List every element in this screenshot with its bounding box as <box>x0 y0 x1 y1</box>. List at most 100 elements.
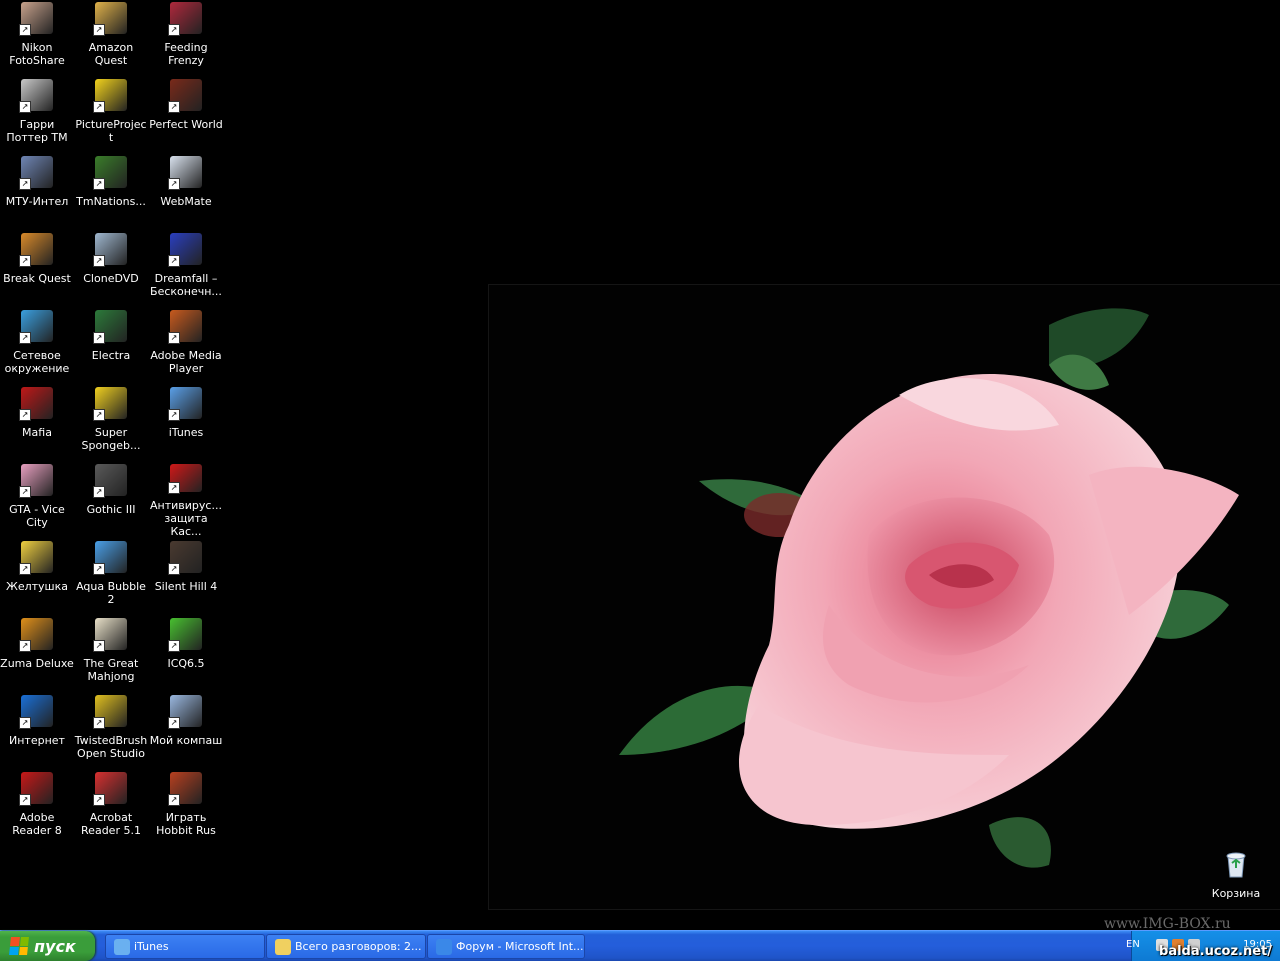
desktop-icon-label: Nikon FotoShare <box>9 41 65 67</box>
desktop-icon[interactable]: ↗ GTA - Vice City <box>0 462 74 538</box>
adobe-reader-icon: ↗ <box>19 772 53 806</box>
taskbar-button-itunes[interactable]: iTunes <box>105 934 265 959</box>
task-label: Форум - Microsoft Int... <box>456 940 584 953</box>
rose-image <box>619 308 1239 868</box>
task-label: Всего разговоров: 2... <box>295 940 422 953</box>
shortcut-arrow-icon: ↗ <box>168 717 180 729</box>
desktop-icon-label: Zuma Deluxe <box>0 657 74 670</box>
amazon-quest-icon: ↗ <box>93 2 127 36</box>
desktop-icon[interactable]: ↗ TwistedBrush Open Studio <box>74 693 148 769</box>
desktop-icon[interactable]: ↗ Желтушка <box>0 539 74 615</box>
wallpaper-rose <box>488 284 1280 910</box>
desktop-icon-label: Играть Hobbit Rus <box>156 811 216 837</box>
desktop-icon-label: Сетевое окружение <box>4 349 70 375</box>
silent-hill-icon: ↗ <box>168 541 202 575</box>
shortcut-arrow-icon: ↗ <box>93 563 105 575</box>
hobbit-icon: ↗ <box>168 772 202 806</box>
desktop-icon[interactable]: ↗ Интернет <box>0 693 74 769</box>
recycle-bin-label: Корзина <box>1211 887 1261 900</box>
desktop-icon-label: iTunes <box>168 426 204 439</box>
twistedbrush-icon: ↗ <box>93 695 127 729</box>
desktop-icon-label: Adobe Reader 8 <box>12 811 62 837</box>
internet-explorer-icon: ↗ <box>19 695 53 729</box>
desktop-icon-label: ICQ6.5 <box>167 657 205 670</box>
desktop-icon[interactable]: ↗ Super Spongeb... <box>74 385 148 461</box>
shortcut-arrow-icon: ↗ <box>93 101 105 113</box>
desktop-icon[interactable]: ↗ Dreamfall – Бесконечн... <box>149 231 223 307</box>
desktop-icon[interactable]: ↗ Electra <box>74 308 148 384</box>
desktop-icon[interactable]: ↗ Мой компаш <box>149 693 223 769</box>
desktop-icon-label: Гарри Поттер ТМ <box>6 118 68 144</box>
perfect-world-icon: ↗ <box>168 79 202 113</box>
shortcut-arrow-icon: ↗ <box>93 178 105 190</box>
desktop-icon[interactable]: ↗ Антивирус... защита Кас... <box>149 462 223 538</box>
desktop-icon[interactable]: ↗ МТУ-Интел <box>0 154 74 230</box>
taskbar-button-chat[interactable]: Всего разговоров: 2... <box>266 934 426 959</box>
desktop-icon-label: Aqua Bubble 2 <box>76 580 146 606</box>
shortcut-arrow-icon: ↗ <box>19 255 31 267</box>
taskbar-button-forum[interactable]: Форум - Microsoft Int... <box>427 934 585 959</box>
mafia-icon: ↗ <box>19 387 53 421</box>
desktop-icon[interactable]: ↗ Mafia <box>0 385 74 461</box>
shortcut-arrow-icon: ↗ <box>168 24 180 36</box>
shortcut-arrow-icon: ↗ <box>19 486 31 498</box>
desktop-icon[interactable]: ↗ Acrobat Reader 5.1 <box>74 770 148 846</box>
desktop-icon-label: TmNations... <box>76 195 146 208</box>
icq-icon: ↗ <box>168 618 202 652</box>
shortcut-arrow-icon: ↗ <box>93 794 105 806</box>
desktop-icon[interactable]: ↗ Играть Hobbit Rus <box>149 770 223 846</box>
desktop-icon[interactable]: ↗ Amazon Quest <box>74 0 148 76</box>
task-label: iTunes <box>134 940 169 953</box>
shortcut-arrow-icon: ↗ <box>19 24 31 36</box>
desktop-icon[interactable]: ↗ WebMate <box>149 154 223 230</box>
network-places-icon: ↗ <box>19 310 53 344</box>
desktop-icon-label: Electra <box>91 349 131 362</box>
language-indicator[interactable]: EN <box>1126 939 1140 950</box>
spongebob-icon: ↗ <box>93 387 127 421</box>
desktop-icon-label: Perfect World <box>149 118 223 131</box>
itunes-icon: ↗ <box>168 387 202 421</box>
taskbar: пуск iTunes Всего разговоров: 2... Форум… <box>0 930 1280 961</box>
desktop-icon-label: Amazon Quest <box>88 41 134 67</box>
clonedvd-icon: ↗ <box>93 233 127 267</box>
network-connection-icon: ↗ <box>19 156 53 190</box>
shortcut-arrow-icon: ↗ <box>19 409 31 421</box>
zuma-deluxe-icon: ↗ <box>19 618 53 652</box>
desktop-icon-label: Мой компаш <box>149 734 223 747</box>
shortcut-arrow-icon: ↗ <box>93 717 105 729</box>
start-button[interactable]: пуск <box>0 931 95 961</box>
aqua-bubble-icon: ↗ <box>93 541 127 575</box>
desktop-icon[interactable]: ↗ ICQ6.5 <box>149 616 223 692</box>
desktop-icon[interactable]: ↗ iTunes <box>149 385 223 461</box>
desktop-icon[interactable]: ↗ The Great Mahjong <box>74 616 148 692</box>
desktop-icon[interactable]: ↗ Gothic III <box>74 462 148 538</box>
desktop-icon[interactable]: ↗ Aqua Bubble 2 <box>74 539 148 615</box>
desktop-icon[interactable]: ↗ Adobe Media Player <box>149 308 223 384</box>
desktop[interactable]: ↗ Nikon FotoShare ↗ Amazon Quest ↗ Feeding Fr… <box>0 0 1280 930</box>
shortcut-arrow-icon: ↗ <box>93 332 105 344</box>
shortcut-arrow-icon: ↗ <box>19 101 31 113</box>
desktop-icon[interactable]: ↗ Feeding Frenzy <box>149 0 223 76</box>
site-overlay-text: balda.ucoz.net/ <box>1159 944 1272 959</box>
desktop-icon[interactable]: ↗ Гарри Поттер ТМ <box>0 77 74 153</box>
desktop-icon[interactable]: ↗ Perfect World <box>149 77 223 153</box>
pictureproject-icon: ↗ <box>93 79 127 113</box>
desktop-icon[interactable]: ↗ Adobe Reader 8 <box>0 770 74 846</box>
desktop-icon[interactable]: ↗ Nikon FotoShare <box>0 0 74 76</box>
adobe-media-player-icon: ↗ <box>168 310 202 344</box>
desktop-icon[interactable]: ↗ Break Quest <box>0 231 74 307</box>
desktop-icon[interactable]: ↗ Сетевое окружение <box>0 308 74 384</box>
desktop-icon-label: Super Spongeb... <box>81 426 141 452</box>
shortcut-arrow-icon: ↗ <box>93 486 105 498</box>
desktop-icon[interactable]: ↗ TmNations... <box>74 154 148 230</box>
dreamfall-icon: ↗ <box>168 233 202 267</box>
desktop-icon[interactable]: ↗ Silent Hill 4 <box>149 539 223 615</box>
recycle-bin[interactable]: Корзина <box>1199 846 1273 922</box>
shortcut-arrow-icon: ↗ <box>93 640 105 652</box>
desktop-icon[interactable]: ↗ PictureProject <box>74 77 148 153</box>
shortcut-arrow-icon: ↗ <box>168 563 180 575</box>
desktop-icon[interactable]: ↗ CloneDVD <box>74 231 148 307</box>
desktop-icon-label: МТУ-Интел <box>5 195 69 208</box>
desktop-icon-label: WebMate <box>160 195 212 208</box>
desktop-icon[interactable]: ↗ Zuma Deluxe <box>0 616 74 692</box>
